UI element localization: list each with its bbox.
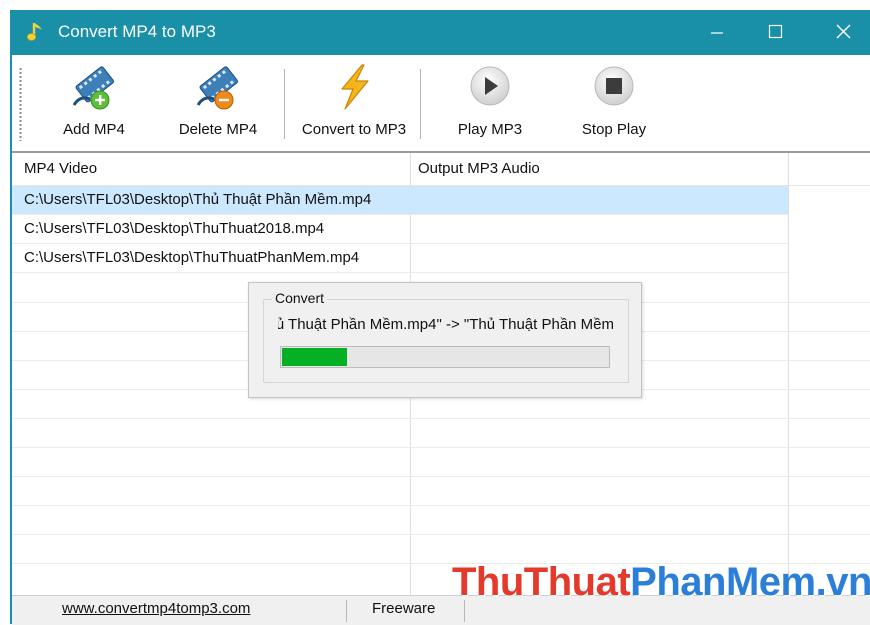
convert-progress-dialog: Convert Thủ Thuật Phần Mềm.mp4" -> "Thủ … <box>248 282 642 398</box>
window-title: Convert MP4 to MP3 <box>58 22 216 41</box>
stop-play-button[interactable]: Stop Play <box>572 61 656 145</box>
minimize-button[interactable] <box>694 10 740 55</box>
stop-play-label: Stop Play <box>581 121 647 138</box>
music-note-icon <box>26 23 42 41</box>
grid-line <box>12 447 870 448</box>
grid-line <box>12 476 870 477</box>
video-path-cell: C:\Users\TFL03\Desktop\Thủ Thuật Phần Mề… <box>24 191 372 208</box>
watermark-part2: PhanMem.vn <box>630 560 870 604</box>
convert-to-mp3-button[interactable]: Convert to MP3 <box>294 61 414 145</box>
close-icon <box>836 24 851 39</box>
list-row[interactable]: C:\Users\TFL03\Desktop\ThuThuat2018.mp4 <box>12 215 788 244</box>
title-bar[interactable]: Convert MP4 to MP3 <box>12 10 870 55</box>
stop-icon <box>594 66 634 106</box>
maximize-button[interactable] <box>752 10 798 55</box>
convert-group: Convert Thủ Thuật Phần Mềm.mp4" -> "Thủ … <box>263 290 629 383</box>
list-row[interactable]: C:\Users\TFL03\Desktop\ThuThuatPhanMem.m… <box>12 244 788 273</box>
film-delete-icon <box>196 66 239 110</box>
add-mp4-label: Add MP4 <box>63 121 125 138</box>
play-mp3-label: Play MP3 <box>457 121 523 138</box>
grid-line <box>12 505 870 506</box>
progress-bar-fill <box>282 348 347 366</box>
progress-message-text: Thủ Thuật Phần Mềm.mp4" -> "Thủ Thuật Ph… <box>278 316 614 333</box>
video-path-cell: C:\Users\TFL03\Desktop\ThuThuat2018.mp4 <box>24 220 325 237</box>
add-mp4-button[interactable]: Add MP4 <box>52 61 136 145</box>
toolbar: Add MP4 Delete MP4 Convert to MP3 Play M… <box>12 55 870 153</box>
license-label: Freeware <box>372 600 436 617</box>
list-row[interactable]: C:\Users\TFL03\Desktop\Thủ Thuật Phần Mề… <box>12 186 788 215</box>
column-header-output-mp3[interactable]: Output MP3 Audio <box>418 160 540 177</box>
toolbar-separator <box>420 69 421 139</box>
close-button[interactable] <box>820 10 866 55</box>
convert-group-title: Convert <box>272 290 328 306</box>
progress-message: Thủ Thuật Phần Mềm.mp4" -> "Thủ Thuật Ph… <box>278 316 614 338</box>
list-header: MP4 Video Output MP3 Audio <box>12 153 870 186</box>
status-divider <box>346 600 347 622</box>
play-icon <box>470 66 510 106</box>
play-mp3-button[interactable]: Play MP3 <box>448 61 532 145</box>
convert-to-mp3-label: Convert to MP3 <box>301 121 407 138</box>
maximize-icon <box>768 24 783 39</box>
delete-mp4-button[interactable]: Delete MP4 <box>172 61 264 145</box>
watermark-part1: ThuThuat <box>452 560 631 604</box>
grid-line <box>12 534 870 535</box>
lightning-icon <box>341 64 369 110</box>
delete-mp4-label: Delete MP4 <box>178 121 258 138</box>
toolbar-separator <box>284 69 285 139</box>
column-header-mp4-video[interactable]: MP4 Video <box>24 160 97 177</box>
minimize-icon <box>711 32 723 34</box>
grid-line <box>12 418 870 419</box>
progress-bar <box>280 346 610 368</box>
website-link[interactable]: www.convertmp4tomp3.com <box>62 600 250 617</box>
video-path-cell: C:\Users\TFL03\Desktop\ThuThuatPhanMem.m… <box>24 249 360 266</box>
column-divider[interactable] <box>788 153 789 595</box>
film-add-icon <box>72 66 115 110</box>
watermark-logo: ThuThuatPhanMem.vn <box>452 560 870 605</box>
toolbar-grip[interactable] <box>19 67 22 141</box>
